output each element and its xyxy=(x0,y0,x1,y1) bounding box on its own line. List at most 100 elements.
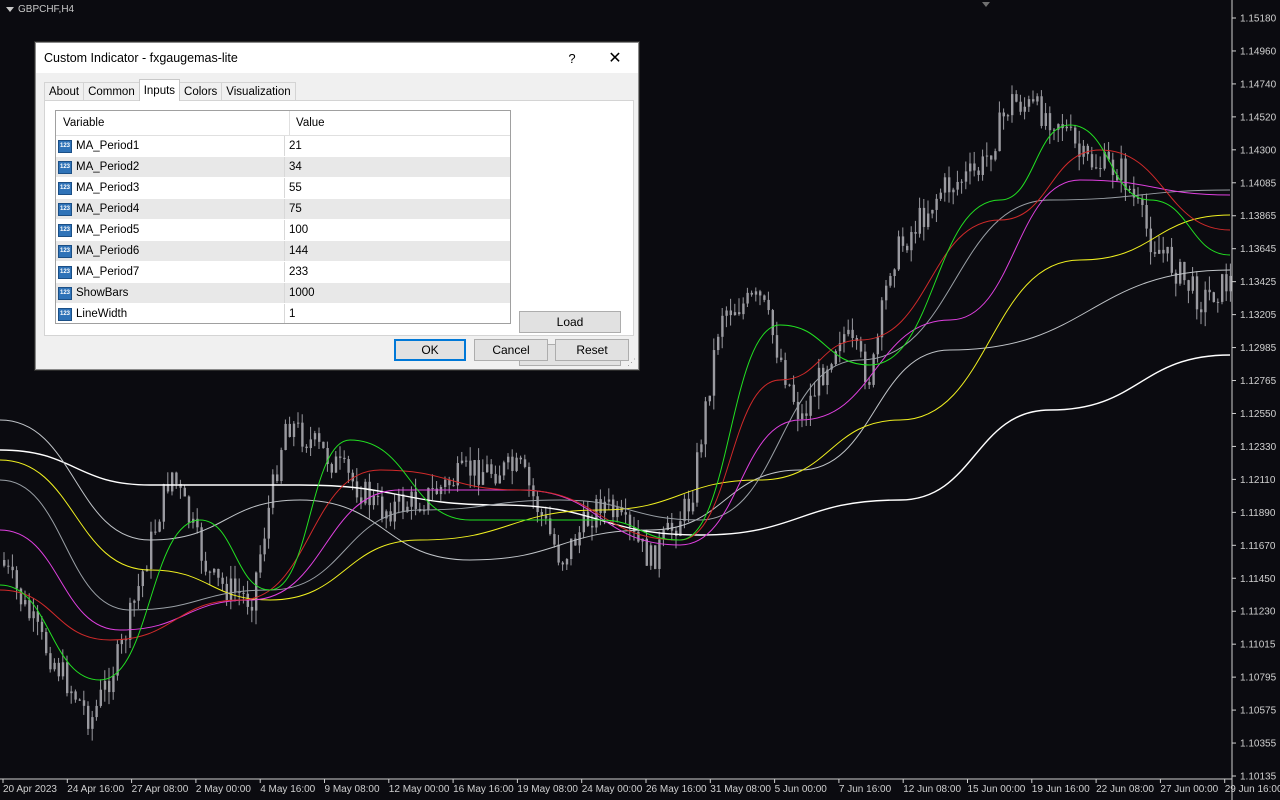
price-label: 1.12330 xyxy=(1240,442,1277,453)
variable-cell: 123 MA_Period5 xyxy=(56,220,285,240)
table-row[interactable]: 123 MA_Period3 55 xyxy=(56,178,510,199)
tab-strip: About Common Inputs Colors Visualization xyxy=(44,79,296,101)
load-button[interactable]: Load xyxy=(519,311,621,333)
tab-common[interactable]: Common xyxy=(83,82,140,101)
value-cell[interactable]: 21 xyxy=(285,136,510,156)
price-label: 1.11890 xyxy=(1240,508,1276,519)
value-cell[interactable]: 233 xyxy=(285,262,510,282)
table-row[interactable]: 123 MA_Period1 21 xyxy=(56,136,510,157)
time-label: 22 Jun 08:00 xyxy=(1096,784,1154,795)
tab-about[interactable]: About xyxy=(44,82,85,101)
value-cell[interactable]: 34 xyxy=(285,157,510,177)
time-label: 4 May 16:00 xyxy=(260,784,315,795)
dialog-titlebar[interactable]: Custom Indicator - fxgaugemas-lite ? ✕ xyxy=(36,43,638,73)
time-label: 26 May 16:00 xyxy=(646,784,707,795)
variable-name: LineWidth xyxy=(76,308,128,320)
price-label: 1.11450 xyxy=(1240,574,1276,585)
price-label: 1.12110 xyxy=(1240,475,1276,486)
integer-param-icon: 123 xyxy=(58,139,72,153)
value-cell[interactable]: 1000 xyxy=(285,283,510,303)
variable-cell: 123 MA_Period6 xyxy=(56,241,285,261)
value-column-header[interactable]: Value xyxy=(290,111,510,135)
time-label: 12 May 00:00 xyxy=(389,784,450,795)
integer-param-icon: 123 xyxy=(58,223,72,237)
dialog-title: Custom Indicator - fxgaugemas-lite xyxy=(44,51,238,65)
price-label: 1.13865 xyxy=(1240,211,1277,222)
value-cell[interactable]: 100 xyxy=(285,220,510,240)
price-label: 1.10575 xyxy=(1240,706,1277,717)
integer-param-icon: 123 xyxy=(58,307,72,321)
variable-cell: 123 MA_Period7 xyxy=(56,262,285,282)
time-label: 27 Jun 00:00 xyxy=(1160,784,1218,795)
ok-button[interactable]: OK xyxy=(394,339,466,361)
time-label: 24 May 00:00 xyxy=(582,784,643,795)
value-cell[interactable]: 55 xyxy=(285,178,510,198)
symbol-label[interactable]: GBPCHF,H4 xyxy=(6,4,74,15)
time-label: 12 Jun 08:00 xyxy=(903,784,961,795)
time-label: 29 Jun 16:00 xyxy=(1225,784,1280,795)
variable-cell: 123 MA_Period2 xyxy=(56,157,285,177)
value-cell[interactable]: 1 xyxy=(285,304,510,323)
tab-visualization[interactable]: Visualization xyxy=(221,82,296,101)
price-label: 1.12550 xyxy=(1240,409,1277,420)
variable-cell: 123 MA_Period4 xyxy=(56,199,285,219)
time-label: 31 May 08:00 xyxy=(710,784,771,795)
help-button[interactable]: ? xyxy=(561,43,583,73)
reset-button[interactable]: Reset xyxy=(555,339,629,361)
price-label: 1.14300 xyxy=(1240,145,1277,156)
time-label: 7 Jun 16:00 xyxy=(839,784,892,795)
price-label: 1.14085 xyxy=(1240,178,1277,189)
variable-name: MA_Period1 xyxy=(76,140,140,152)
time-label: 19 Jun 16:00 xyxy=(1032,784,1090,795)
integer-param-icon: 123 xyxy=(58,160,72,174)
symbol-text: GBPCHF,H4 xyxy=(18,4,75,15)
price-label: 1.10135 xyxy=(1240,772,1277,783)
price-label: 1.14520 xyxy=(1240,112,1277,123)
resize-grip-icon[interactable]: ⋰ xyxy=(627,357,636,368)
variable-name: MA_Period4 xyxy=(76,203,140,215)
table-row[interactable]: 123 MA_Period6 144 xyxy=(56,241,510,262)
grid-header: Variable Value xyxy=(56,111,510,136)
variable-column-header[interactable]: Variable xyxy=(56,111,290,135)
value-cell[interactable]: 75 xyxy=(285,199,510,219)
table-row[interactable]: 123 MA_Period4 75 xyxy=(56,199,510,220)
time-label: 2 May 00:00 xyxy=(196,784,251,795)
time-label: 24 Apr 16:00 xyxy=(67,784,124,795)
close-button[interactable]: ✕ xyxy=(604,43,626,73)
price-label: 1.15180 xyxy=(1240,14,1277,25)
variable-name: MA_Period5 xyxy=(76,224,140,236)
variable-name: MA_Period6 xyxy=(76,245,140,257)
table-row[interactable]: 123 MA_Period2 34 xyxy=(56,157,510,178)
custom-indicator-dialog: Custom Indicator - fxgaugemas-lite ? ✕ A… xyxy=(35,42,639,370)
time-label: 27 Apr 08:00 xyxy=(132,784,189,795)
variable-name: ShowBars xyxy=(76,287,129,299)
price-label: 1.10795 xyxy=(1240,673,1277,684)
variable-cell: 123 LineWidth xyxy=(56,304,285,323)
price-label: 1.13425 xyxy=(1240,277,1277,288)
table-row[interactable]: 123 LineWidth 1 xyxy=(56,304,510,323)
variable-name: MA_Period7 xyxy=(76,266,140,278)
value-cell[interactable]: 144 xyxy=(285,241,510,261)
variable-name: MA_Period3 xyxy=(76,182,140,194)
cancel-button[interactable]: Cancel xyxy=(474,339,548,361)
price-label: 1.11230 xyxy=(1240,607,1276,618)
integer-param-icon: 123 xyxy=(58,244,72,258)
integer-param-icon: 123 xyxy=(58,286,72,300)
price-label: 1.12765 xyxy=(1240,376,1277,387)
time-label: 15 Jun 00:00 xyxy=(968,784,1026,795)
price-label: 1.12985 xyxy=(1240,343,1277,354)
table-row[interactable]: 123 MA_Period7 233 xyxy=(56,262,510,283)
time-label: 16 May 16:00 xyxy=(453,784,514,795)
integer-param-icon: 123 xyxy=(58,202,72,216)
price-label: 1.13645 xyxy=(1240,244,1277,255)
price-label: 1.13205 xyxy=(1240,310,1277,321)
variable-cell: 123 MA_Period3 xyxy=(56,178,285,198)
tab-colors[interactable]: Colors xyxy=(179,82,223,101)
integer-param-icon: 123 xyxy=(58,181,72,195)
tab-inputs[interactable]: Inputs xyxy=(138,79,181,101)
time-label: 19 May 08:00 xyxy=(517,784,578,795)
table-row[interactable]: 123 MA_Period5 100 xyxy=(56,220,510,241)
table-row[interactable]: 123 ShowBars 1000 xyxy=(56,283,510,304)
price-label: 1.11670 xyxy=(1240,541,1276,552)
variable-cell: 123 ShowBars xyxy=(56,283,285,303)
